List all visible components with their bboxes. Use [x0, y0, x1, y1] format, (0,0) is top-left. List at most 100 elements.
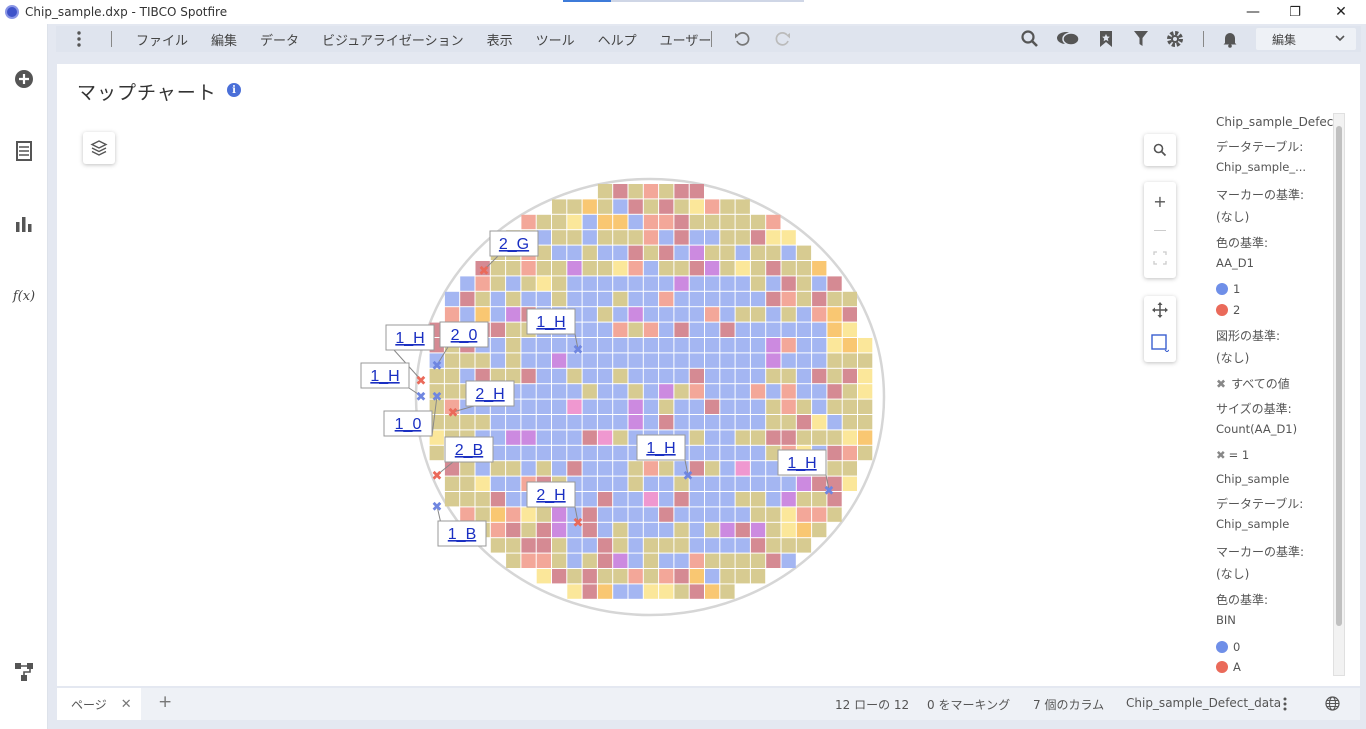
die-cell[interactable] [659, 199, 674, 214]
die-cell[interactable] [735, 261, 750, 276]
die-cell[interactable] [597, 399, 613, 414]
die-cell[interactable] [766, 522, 781, 538]
die-cell[interactable] [628, 261, 643, 276]
die-cell[interactable] [521, 399, 536, 414]
die-cell[interactable] [567, 430, 582, 445]
die-cell[interactable] [674, 338, 689, 353]
marked-count[interactable]: 0 をマーキング [927, 696, 1010, 713]
die-cell[interactable] [842, 399, 857, 414]
die-cell[interactable] [858, 399, 873, 414]
die-cell[interactable] [567, 538, 582, 553]
die-cell[interactable] [613, 461, 628, 476]
die-cell[interactable] [552, 230, 567, 245]
die-cell[interactable] [460, 492, 475, 507]
die-cell[interactable] [689, 569, 704, 584]
die-cell[interactable] [521, 445, 536, 461]
die-cell[interactable] [750, 384, 766, 399]
die-cell[interactable] [705, 415, 720, 430]
visualization-icon[interactable] [12, 212, 36, 236]
die-cell[interactable] [628, 569, 643, 584]
legend-item[interactable]: ✖ すべての値 [1216, 375, 1290, 392]
die-cell[interactable] [766, 214, 781, 230]
die-cell[interactable] [659, 368, 674, 384]
map-search-button[interactable] [1144, 134, 1176, 166]
die-cell[interactable] [689, 276, 704, 291]
die-cell[interactable] [766, 430, 781, 445]
die-cell[interactable] [582, 507, 597, 522]
die-cell[interactable] [567, 199, 582, 214]
die-cell[interactable] [766, 261, 781, 276]
die-cell[interactable] [796, 384, 812, 399]
menu-view[interactable]: 表示 [487, 30, 513, 49]
die-cell[interactable] [735, 461, 750, 476]
die-cell[interactable] [750, 430, 766, 445]
more-vertical-icon[interactable] [70, 30, 88, 48]
die-cell[interactable] [812, 276, 827, 291]
die-cell[interactable] [506, 276, 521, 291]
die-cell[interactable] [536, 445, 551, 461]
die-cell[interactable] [613, 399, 628, 414]
die-cell[interactable] [552, 399, 567, 414]
die-cell[interactable] [506, 492, 521, 507]
die-cell[interactable] [796, 291, 812, 307]
die-cell[interactable] [827, 353, 842, 368]
die-cell[interactable] [766, 291, 781, 307]
die-cell[interactable] [842, 291, 857, 307]
die-cell[interactable] [643, 553, 659, 568]
die-cell[interactable] [720, 445, 735, 461]
legend-size-by-column[interactable]: Count(AA_D1) [1216, 422, 1297, 436]
die-cell[interactable] [567, 276, 582, 291]
die-cell[interactable] [720, 368, 735, 384]
die-cell[interactable] [689, 445, 704, 461]
die-cell[interactable] [597, 522, 613, 538]
die-cell[interactable] [597, 538, 613, 553]
die-cell[interactable] [506, 261, 521, 276]
die-cell[interactable] [812, 291, 827, 307]
die-cell[interactable] [689, 261, 704, 276]
die-cell[interactable] [521, 538, 536, 553]
die-cell[interactable] [659, 276, 674, 291]
die-cell[interactable] [628, 230, 643, 245]
die-cell[interactable] [659, 492, 674, 507]
die-cell[interactable] [720, 291, 735, 307]
die-cell[interactable] [567, 569, 582, 584]
die-cell[interactable] [720, 338, 735, 353]
die-cell[interactable] [766, 230, 781, 245]
die-cell[interactable] [597, 415, 613, 430]
die-cell[interactable] [766, 322, 781, 337]
die-cell[interactable] [552, 445, 567, 461]
die-cell[interactable] [613, 368, 628, 384]
die-cell[interactable] [613, 291, 628, 307]
die-cell[interactable] [827, 461, 842, 476]
die-cell[interactable] [552, 353, 567, 368]
die-cell[interactable] [689, 184, 704, 199]
die-cell[interactable] [750, 214, 766, 230]
legend-shape-by-value[interactable]: (なし) [1216, 349, 1249, 366]
die-cell[interactable] [613, 338, 628, 353]
defect-marker-x-icon[interactable]: ✖ [416, 390, 427, 405]
die-cell[interactable] [659, 184, 674, 199]
die-cell[interactable] [582, 384, 597, 399]
die-cell[interactable] [567, 291, 582, 307]
more-vertical-icon[interactable] [1283, 697, 1287, 714]
die-cell[interactable] [750, 307, 766, 322]
die-cell[interactable] [674, 492, 689, 507]
die-cell[interactable] [475, 476, 490, 491]
die-cell[interactable] [842, 368, 857, 384]
die-cell[interactable] [582, 445, 597, 461]
layers-button[interactable] [83, 132, 115, 164]
die-cell[interactable] [659, 584, 674, 599]
die-cell[interactable] [506, 476, 521, 491]
die-cell[interactable] [812, 307, 827, 322]
defect-marker-x-icon[interactable]: ✖ [448, 406, 459, 421]
die-cell[interactable] [858, 384, 873, 399]
die-cell[interactable] [766, 507, 781, 522]
die-cell[interactable] [689, 338, 704, 353]
legend-scrollbar[interactable] [1333, 113, 1345, 676]
die-cell[interactable] [674, 230, 689, 245]
die-cell[interactable] [735, 445, 750, 461]
die-cell[interactable] [659, 261, 674, 276]
die-cell[interactable] [796, 430, 812, 445]
die-cell[interactable] [613, 214, 628, 230]
die-cell[interactable] [766, 338, 781, 353]
